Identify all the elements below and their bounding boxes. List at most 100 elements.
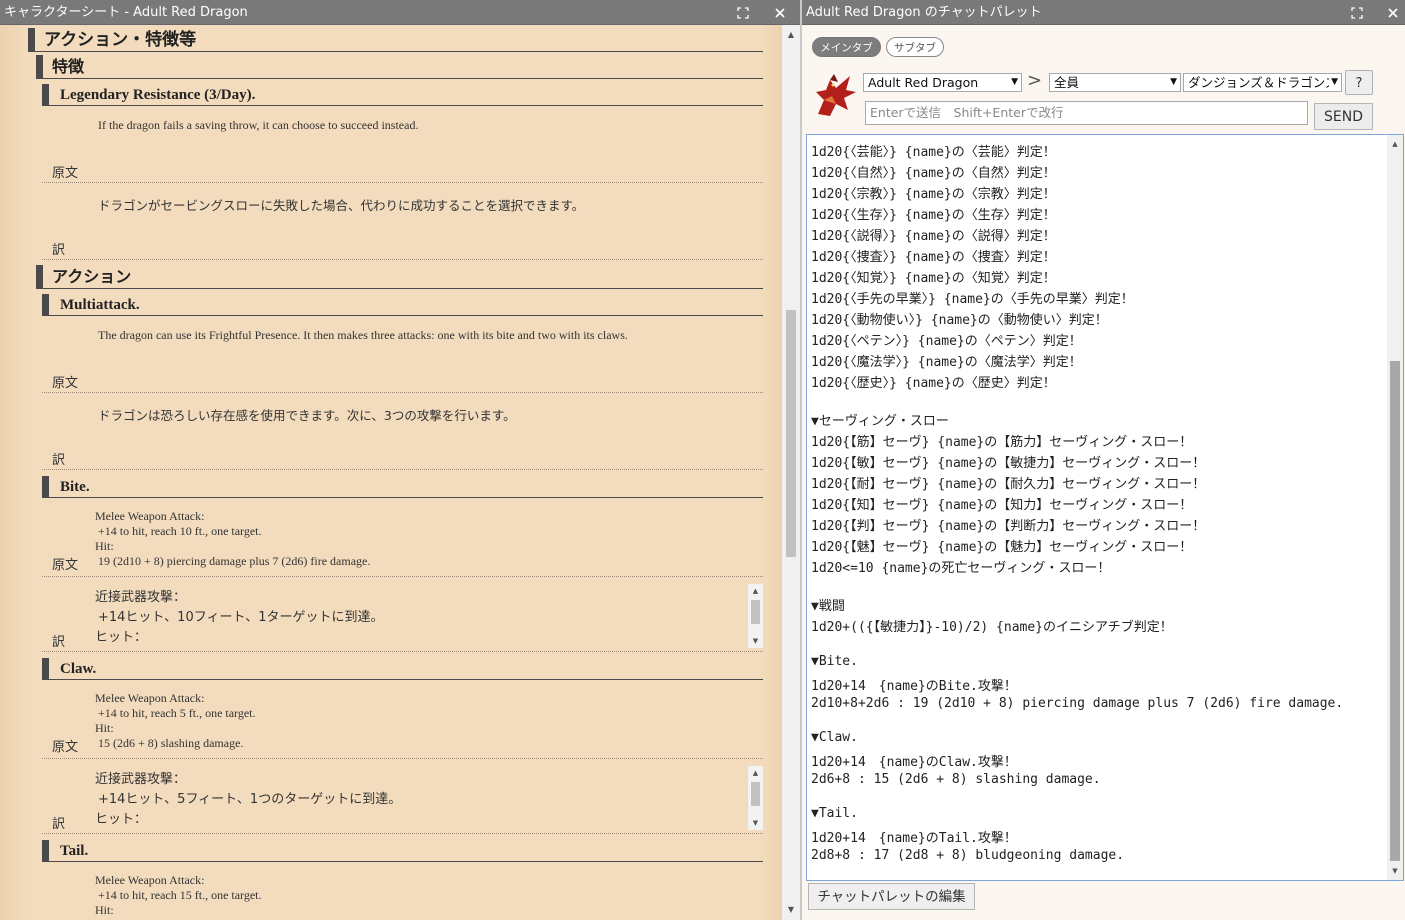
- sheet-titlebar[interactable]: キャラクターシート - Adult Red Dragon: [0, 0, 800, 25]
- character-select[interactable]: Adult Red Dragon ▼: [863, 73, 1022, 92]
- help-button[interactable]: ?: [1345, 70, 1373, 95]
- multiattack-translation[interactable]: ドラゴンは恐ろしい存在感を使用できます。次に、3つの攻撃を行います。: [98, 405, 516, 424]
- chat-input[interactable]: Enterで送信 Shift+Enterで改行: [865, 101, 1308, 125]
- divider: [42, 576, 763, 577]
- bite-translation-box[interactable]: 近接武器攻撃： +14ヒット、10フィート、1ターゲットに到達。 ヒット： ▲ …: [90, 584, 763, 648]
- tab-sub[interactable]: サブタブ: [886, 37, 944, 57]
- send-button[interactable]: SEND: [1314, 103, 1373, 130]
- bite-desc-line4: 19 (2d10 + 8) piercing damage plus 7 (2d…: [98, 554, 371, 568]
- tail-desc-line1: Melee Weapon Attack:: [95, 873, 205, 887]
- palette-command[interactable]: 1d20<=10 {name}の死亡セーヴィング・スロー！: [811, 557, 1110, 576]
- tab-main[interactable]: メインタブ: [812, 37, 881, 57]
- palette-command[interactable]: 1d20{〈芸能〉} {name}の〈芸能〉判定！: [811, 141, 1056, 160]
- system-select[interactable]: ダンジョンズ＆ドラゴンズ ▼: [1183, 73, 1342, 92]
- maximize-icon[interactable]: [1347, 0, 1367, 25]
- palette-command[interactable]: 1d20{【知】セーヴ} {name}の【知力】セーヴィング・スロー！: [811, 494, 1192, 513]
- palette-command[interactable]: 1d20{〈捜査〉} {name}の〈捜査〉判定！: [811, 246, 1056, 265]
- scroll-thumb[interactable]: [751, 782, 760, 806]
- palette-command[interactable]: 1d20{〈自然〉} {name}の〈自然〉判定！: [811, 162, 1056, 181]
- close-icon[interactable]: [770, 0, 790, 25]
- scroll-down-icon[interactable]: ▼: [782, 902, 800, 918]
- palette-section-header: ▼Tail.: [811, 806, 858, 821]
- palette-command[interactable]: 1d20+14 {name}のClaw.攻撃！: [811, 751, 1017, 770]
- palette-command[interactable]: 1d20{【判】セーヴ} {name}の【判断力】セーヴィング・スロー！: [811, 515, 1205, 534]
- palette-command[interactable]: 1d20{【敏】セーヴ} {name}の【敏捷力】セーヴィング・スロー！: [811, 452, 1205, 471]
- palette-command[interactable]: 1d20{〈動物使い〉} {name}の〈動物使い〉判定！: [811, 309, 1108, 328]
- divider: [42, 651, 763, 652]
- palette-command[interactable]: 1d20{〈歴史〉} {name}の〈歴史〉判定！: [811, 372, 1056, 391]
- actions-heading: アクション: [36, 265, 763, 289]
- bite-translation-scrollbar[interactable]: ▲ ▼: [748, 584, 763, 648]
- chevron-down-icon: ▼: [1170, 77, 1177, 87]
- maximize-icon[interactable]: [733, 0, 753, 25]
- sheet-window-title: キャラクターシート - Adult Red Dragon: [4, 5, 248, 20]
- scroll-up-icon[interactable]: ▲: [782, 27, 800, 43]
- multiattack-heading: Multiattack.: [42, 294, 763, 316]
- palette-command[interactable]: 1d20{【耐】セーヴ} {name}の【耐久力】セーヴィング・スロー！: [811, 473, 1205, 492]
- chevron-down-icon: ▼: [1329, 74, 1338, 91]
- palette-command[interactable]: 1d20{〈生存〉} {name}の〈生存〉判定！: [811, 204, 1056, 223]
- translation-label: 訳: [52, 243, 66, 258]
- palette-command[interactable]: 1d20+14 {name}のTail.攻撃！: [811, 827, 1017, 846]
- bite-translation-line2: +14ヒット、10フィート、1ターゲットに到達。: [98, 610, 384, 625]
- divider: [42, 758, 763, 759]
- divider: [42, 182, 763, 183]
- scroll-thumb[interactable]: [1390, 361, 1400, 861]
- palette-command[interactable]: 1d20{【魅】セーヴ} {name}の【魅力】セーヴィング・スロー！: [811, 536, 1192, 555]
- palette-command[interactable]: 2d8+8 : 17 (2d8 + 8) bludgeoning damage.: [811, 848, 1124, 863]
- edit-palette-button[interactable]: チャットパレットの編集: [808, 883, 975, 910]
- character-avatar[interactable]: [810, 70, 860, 120]
- legendary-resistance-translation[interactable]: ドラゴンがセービングスローに失敗した場合、代わりに成功することを選択できます。: [98, 195, 584, 214]
- palette-command[interactable]: 1d20+14 {name}のBite.攻撃！: [811, 675, 1017, 694]
- claw-translation-line1: 近接武器攻撃：: [95, 772, 187, 787]
- character-select-value: Adult Red Dragon: [868, 75, 979, 90]
- palette-command[interactable]: 1d20{【筋】セーヴ} {name}の【筋力】セーヴィング・スロー！: [811, 431, 1192, 450]
- original-label: 原文: [52, 166, 79, 181]
- palette-scrollbar[interactable]: ▲ ▼: [1387, 135, 1403, 880]
- bite-desc-line1: Melee Weapon Attack:: [95, 509, 205, 523]
- sheet-content: アクション・特徴等 特徴 Legendary Resistance (3/Day…: [0, 25, 782, 920]
- claw-translation-box[interactable]: 近接武器攻撃： +14ヒット、5フィート、1つのターゲットに到達。 ヒット： ▲…: [90, 766, 763, 830]
- claw-desc-line1: Melee Weapon Attack:: [95, 691, 205, 705]
- chat-palette-list[interactable]: ▲ ▼ 1d20{〈芸能〉} {name}の〈芸能〉判定！ 1d20{〈自然〉} …: [806, 134, 1404, 881]
- claw-translation-scrollbar[interactable]: ▲ ▼: [748, 766, 763, 830]
- chevron-down-icon: ▼: [1011, 77, 1018, 87]
- sheet-scrollbar[interactable]: ▲ ▼: [782, 25, 800, 920]
- scroll-down-icon[interactable]: ▼: [748, 816, 763, 830]
- original-label: 原文: [52, 558, 79, 573]
- scroll-up-icon[interactable]: ▲: [748, 766, 763, 780]
- claw-translation-line2: +14ヒット、5フィート、1つのターゲットに到達。: [98, 792, 402, 807]
- palette-command[interactable]: 2d6+8 : 15 (2d6 + 8) slashing damage.: [811, 772, 1101, 787]
- palette-section-header: ▼戦闘: [811, 599, 845, 614]
- tail-desc-line3: Hit:: [95, 903, 114, 917]
- claw-translation-line3: ヒット：: [95, 812, 148, 827]
- divider: [42, 833, 763, 834]
- translation-label: 訳: [52, 635, 66, 650]
- divider: [42, 469, 763, 470]
- palette-command[interactable]: 1d20{〈魔法学〉} {name}の〈魔法学〉判定！: [811, 351, 1082, 370]
- scroll-down-icon[interactable]: ▼: [1387, 864, 1403, 878]
- traits-heading: 特徴: [36, 55, 763, 79]
- scroll-thumb[interactable]: [786, 310, 796, 557]
- palette-command[interactable]: 1d20{〈知覚〉} {name}の〈知覚〉判定！: [811, 267, 1056, 286]
- palette-command[interactable]: 1d20{〈説得〉} {name}の〈説得〉判定！: [811, 225, 1056, 244]
- legendary-resistance-desc: If the dragon fails a saving throw, it c…: [98, 118, 419, 132]
- palette-command[interactable]: 1d20{〈宗教〉} {name}の〈宗教〉判定！: [811, 183, 1056, 202]
- claw-desc-line2: +14 to hit, reach 5 ft., one target.: [98, 706, 256, 720]
- palette-command[interactable]: 1d20{〈ペテン〉} {name}の〈ペテン〉判定！: [811, 330, 1082, 349]
- palette-command[interactable]: 1d20{〈手先の早業〉} {name}の〈手先の早業〉判定！: [811, 288, 1134, 307]
- scroll-up-icon[interactable]: ▲: [748, 584, 763, 598]
- palette-window-title: Adult Red Dragon のチャットパレット: [806, 5, 1042, 20]
- scroll-up-icon[interactable]: ▲: [1387, 137, 1403, 151]
- scroll-thumb[interactable]: [751, 600, 760, 624]
- multiattack-desc: The dragon can use its Frightful Presenc…: [98, 328, 628, 342]
- scroll-down-icon[interactable]: ▼: [748, 634, 763, 648]
- palette-command[interactable]: 2d10+8+2d6 : 19 (2d10 + 8) piercing dama…: [811, 696, 1343, 711]
- palette-titlebar[interactable]: Adult Red Dragon のチャットパレット: [802, 0, 1405, 25]
- close-icon[interactable]: [1383, 0, 1403, 25]
- palette-section-header: ▼セーヴィング・スロー: [811, 414, 949, 429]
- system-select-value: ダンジョンズ＆ドラゴンズ: [1188, 75, 1338, 90]
- palette-command[interactable]: 1d20+(({【敏捷力】}-10)/2) {name}のイニシアチブ判定！: [811, 616, 1173, 635]
- target-select[interactable]: 全員 ▼: [1049, 73, 1181, 92]
- arrow-separator: >: [1027, 70, 1043, 91]
